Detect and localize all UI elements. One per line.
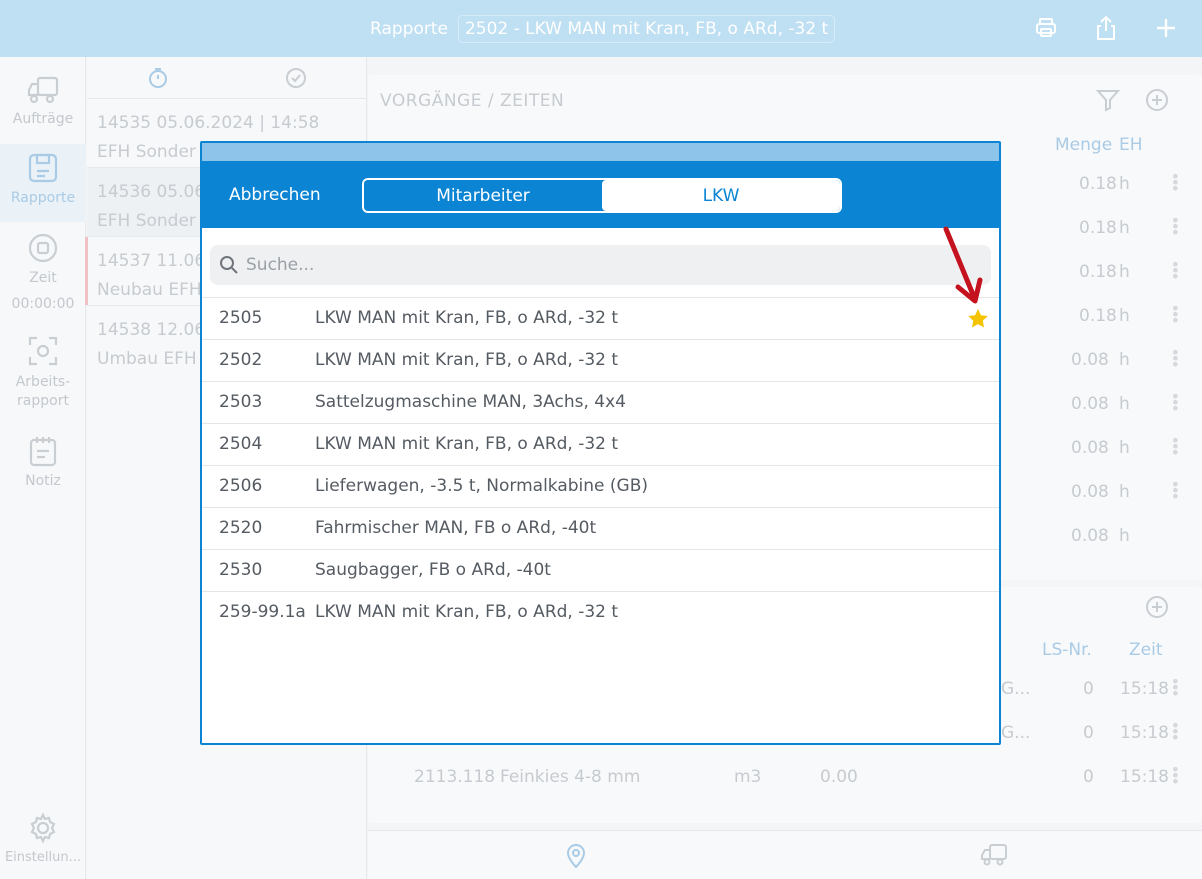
star-icon[interactable]: [967, 308, 989, 334]
printer-icon[interactable]: [1033, 14, 1059, 42]
plus-icon[interactable]: [1153, 14, 1179, 42]
check-circle-icon[interactable]: [285, 67, 307, 93]
add-circle-icon[interactable]: [1145, 595, 1169, 623]
segmented-control: Mitarbeiter LKW: [362, 178, 842, 213]
list-item[interactable]: 2505 LKW MAN mit Kran, FB, o ARd, -32 t: [202, 298, 999, 340]
timer-value: 00:00:00: [11, 296, 75, 312]
sidebar-item-auftraege[interactable]: Aufträge: [0, 75, 86, 127]
sidebar: Aufträge Rapporte Zeit 00:00:00 Arbeits-…: [0, 57, 86, 879]
sidebar-item-label: Aufträge: [12, 111, 74, 127]
filter-icon[interactable]: [1095, 88, 1121, 116]
stop-icon: [0, 232, 86, 264]
search-bar: [210, 245, 991, 285]
more-icon[interactable]: • • •: [1171, 433, 1180, 461]
sidebar-item-arbeitsrapport[interactable]: Arbeits- rapport: [0, 335, 86, 411]
column-zeit: Zeit: [1129, 640, 1163, 660]
save-icon: [0, 152, 86, 184]
more-icon[interactable]: • • •: [1171, 345, 1180, 373]
share-icon[interactable]: [1093, 14, 1119, 42]
vehicle-list: 2505 LKW MAN mit Kran, FB, o ARd, -32 t …: [202, 297, 999, 634]
table-row[interactable]: 2113.118 Feinkies 4-8 mm m3 0.00 0 15:18 • • •: [368, 755, 1202, 799]
selected-vehicle-title[interactable]: 2502 - LKW MAN mit Kran, FB, o ARd, -32 …: [457, 15, 836, 43]
more-icon[interactable]: • • •: [1171, 762, 1180, 790]
tab-lkw[interactable]: LKW: [602, 180, 840, 211]
sidebar-item-label: Arbeits- rapport: [15, 374, 71, 409]
more-icon[interactable]: • • •: [1171, 389, 1180, 417]
sidebar-item-label: Rapporte: [10, 190, 76, 206]
gear-icon: [0, 812, 86, 844]
list-item[interactable]: 2502 LKW MAN mit Kran, FB, o ARd, -32 t: [202, 340, 999, 382]
section-title: VORGÄNGE / ZEITEN: [380, 91, 565, 111]
more-icon[interactable]: • • •: [1171, 169, 1180, 197]
sidebar-item-label: Einstellun...: [4, 850, 82, 865]
truck-icon[interactable]: [980, 843, 1008, 871]
sidebar-item-label: Zeit: [29, 270, 57, 286]
list-item[interactable]: 2530 Saugbagger, FB o ARd, -40t: [202, 550, 999, 592]
sidebar-item-label: Notiz: [25, 473, 61, 489]
more-icon[interactable]: • • •: [1171, 477, 1180, 505]
bottom-toolbar: [368, 830, 1202, 879]
list-item[interactable]: 2506 Lieferwagen, -3.5 t, Normalkabine (…: [202, 466, 999, 508]
add-circle-icon[interactable]: [1145, 88, 1169, 116]
sidebar-item-zeit[interactable]: Zeit 00:00:00: [0, 232, 86, 312]
page-title: Rapporte: [370, 19, 448, 39]
cancel-button[interactable]: Abbrechen: [229, 185, 321, 205]
list-item[interactable]: 2520 Fahrmischer MAN, FB o ARd, -40t: [202, 508, 999, 550]
list-item[interactable]: 2504 LKW MAN mit Kran, FB, o ARd, -32 t: [202, 424, 999, 466]
annotation-arrow-icon: [938, 225, 988, 311]
more-icon[interactable]: • • •: [1171, 257, 1180, 285]
more-icon[interactable]: • • •: [1171, 718, 1180, 746]
location-pin-icon[interactable]: [565, 843, 587, 873]
sidebar-item-notiz[interactable]: Notiz: [0, 435, 86, 489]
scan-icon: [0, 335, 86, 367]
sidebar-item-einstellungen[interactable]: Einstellun...: [0, 812, 86, 865]
truck-icon: [0, 75, 86, 105]
list-item[interactable]: 259-99.1a LKW MAN mit Kran, FB, o ARd, -…: [202, 592, 999, 634]
top-bar: Rapporte 2502 - LKW MAN mit Kran, FB, o …: [0, 0, 1202, 57]
title-area: Rapporte 2502 - LKW MAN mit Kran, FB, o …: [370, 13, 836, 45]
more-icon[interactable]: • • •: [1171, 213, 1180, 241]
stopwatch-icon[interactable]: [147, 67, 169, 93]
more-icon[interactable]: • • •: [1171, 301, 1180, 329]
modal-header: Abbrechen Mitarbeiter LKW: [202, 143, 999, 228]
column-menge: Menge: [1055, 135, 1113, 155]
sidebar-item-rapporte[interactable]: Rapporte: [0, 144, 86, 222]
list-header: [87, 57, 366, 99]
column-eh: EH: [1119, 135, 1143, 155]
search-input[interactable]: [246, 253, 946, 277]
column-ls-nr: LS-Nr.: [1042, 640, 1092, 660]
tab-mitarbeiter[interactable]: Mitarbeiter: [364, 180, 602, 211]
vehicle-picker-modal: Abbrechen Mitarbeiter LKW 2505 LKW MAN m…: [200, 141, 1001, 745]
more-icon[interactable]: • • •: [1171, 674, 1180, 702]
notepad-icon: [0, 435, 86, 467]
search-icon: [219, 255, 239, 279]
list-item[interactable]: 2503 Sattelzugmaschine MAN, 3Achs, 4x4: [202, 382, 999, 424]
